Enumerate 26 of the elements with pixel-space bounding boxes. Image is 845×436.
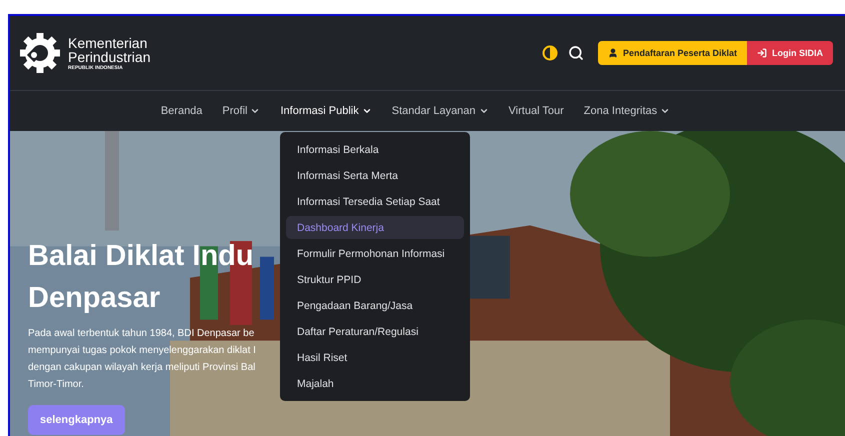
login-button[interactable]: Login SIDIA: [747, 41, 833, 65]
logo-name: Perindustrian: [68, 50, 150, 64]
search-icon[interactable]: [568, 45, 584, 61]
nav-link[interactable]: Standar Layanan: [392, 105, 489, 117]
menu-item[interactable]: Struktur PPID: [286, 268, 464, 291]
menu-item[interactable]: Informasi Serta Merta: [286, 164, 464, 187]
menu-item[interactable]: Formulir Permohonan Informasi: [286, 242, 464, 265]
hero-title: Balai Diklat Indu Denpasar: [28, 239, 254, 316]
contrast-icon[interactable]: [542, 45, 558, 61]
user-icon: [608, 48, 618, 58]
menu-item[interactable]: Hasil Riset: [286, 346, 464, 369]
menu-item[interactable]: Daftar Peraturan/Regulasi: [286, 320, 464, 343]
nav-link[interactable]: Informasi Publik: [280, 105, 372, 117]
menu-item[interactable]: Informasi Berkala: [286, 138, 464, 161]
menu-item[interactable]: Majalah: [286, 372, 464, 395]
menu-item[interactable]: Pengadaan Barang/Jasa: [286, 294, 464, 317]
gear-logo-icon: [18, 31, 62, 75]
nav-link[interactable]: Profil: [222, 105, 260, 117]
menu-item[interactable]: Dashboard Kinerja: [286, 216, 464, 239]
nav-link[interactable]: Zona Integritas: [584, 105, 670, 117]
nav-link[interactable]: Virtual Tour: [508, 105, 564, 117]
login-icon: [757, 48, 767, 58]
logo-name: Kementerian: [68, 36, 148, 50]
menu-item[interactable]: Informasi Tersedia Setiap Saat: [286, 190, 464, 213]
register-button[interactable]: Pendaftaran Peserta Diklat: [598, 41, 747, 65]
nav-link[interactable]: Beranda: [160, 105, 202, 117]
